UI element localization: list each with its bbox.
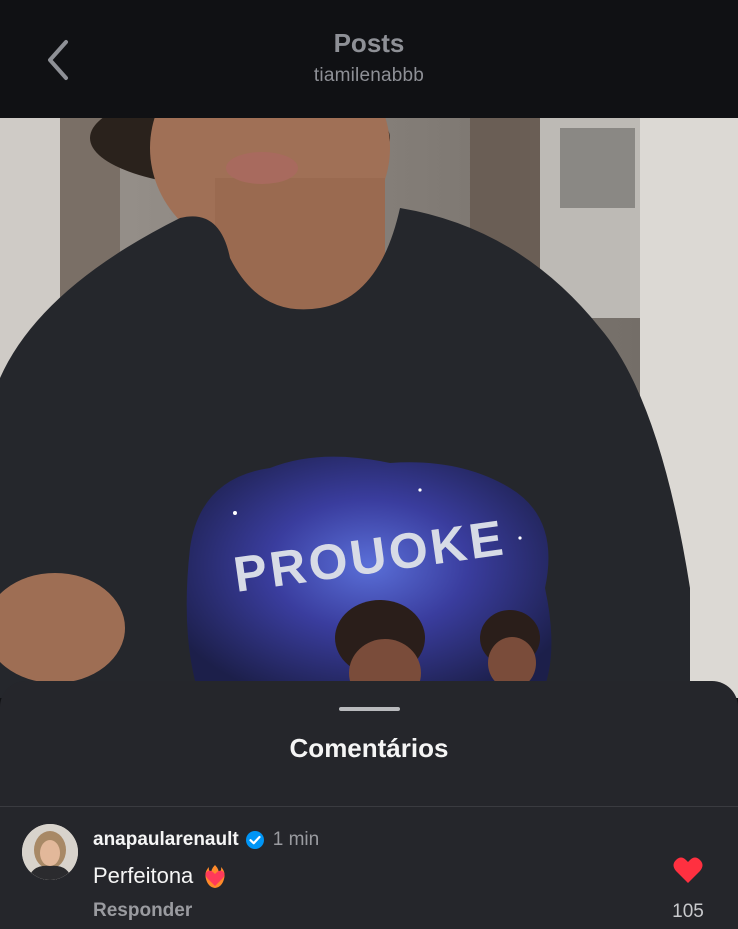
sheet-drag-handle[interactable] xyxy=(339,707,400,711)
comment-username[interactable]: anapaularenault xyxy=(93,829,239,851)
comment-item: anapaularenault 1 min Perfeitona Respond… xyxy=(0,807,738,929)
like-button[interactable] xyxy=(672,855,704,885)
like-count: 105 xyxy=(672,901,704,922)
post-author-username[interactable]: tiamilenabbb xyxy=(0,65,738,87)
comment-body: Perfeitona xyxy=(93,862,229,890)
comment-text: Perfeitona xyxy=(93,863,194,888)
avatar-image xyxy=(22,824,78,880)
verified-badge-icon xyxy=(245,831,264,849)
avatar[interactable] xyxy=(22,824,78,880)
heart-filled-icon xyxy=(673,857,703,883)
comments-sheet: Comentários anapaularenault 1 min Perfei… xyxy=(0,681,738,929)
comment-meta: anapaularenault 1 min xyxy=(93,827,319,853)
top-nav-bar: Posts tiamilenabbb xyxy=(0,0,738,118)
reply-button[interactable]: Responder xyxy=(93,900,192,922)
comments-title: Comentários xyxy=(289,733,449,763)
heart-on-fire-icon xyxy=(205,865,225,888)
comment-timestamp: 1 min xyxy=(272,829,320,850)
post-video[interactable]: PROUOKE xyxy=(0,118,738,698)
page-title: Posts xyxy=(333,28,405,58)
video-frame: PROUOKE xyxy=(0,118,738,698)
